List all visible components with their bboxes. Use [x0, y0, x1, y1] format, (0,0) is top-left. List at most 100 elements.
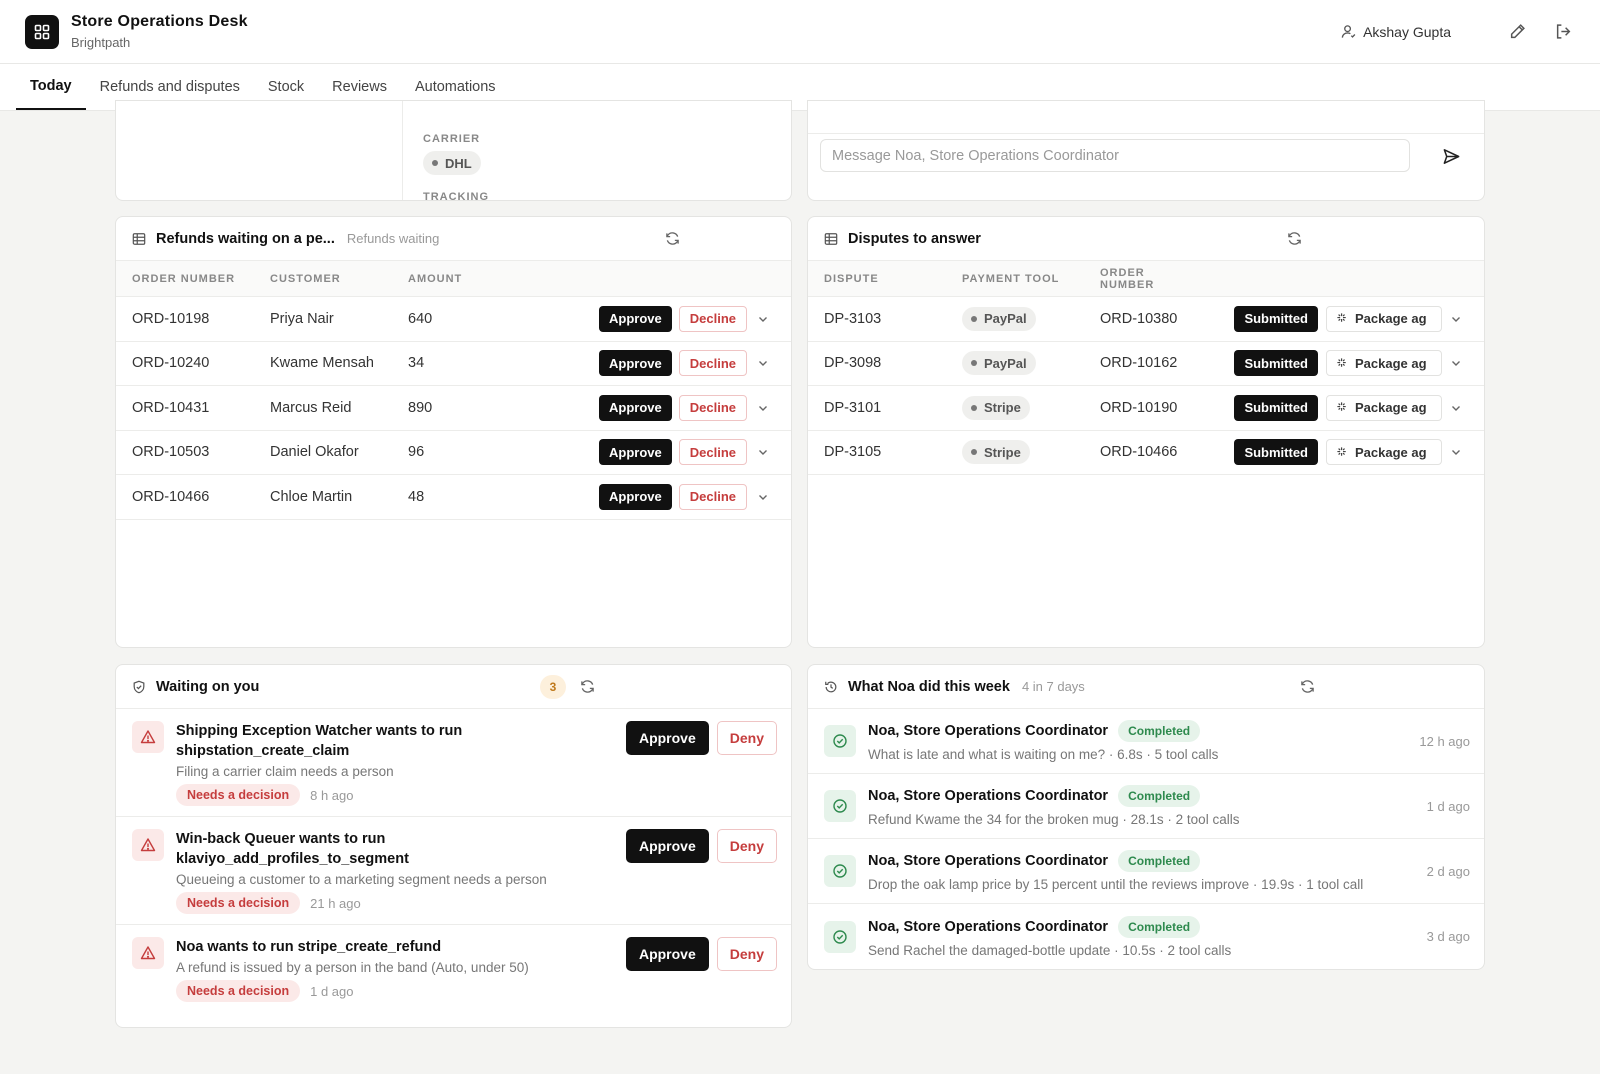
completed-badge: Completed: [1118, 850, 1201, 872]
sparkle-icon: [1337, 402, 1346, 411]
refund-amount: 640: [408, 310, 433, 327]
col-amount: AMOUNT: [408, 272, 463, 285]
expand-row-button[interactable]: [757, 357, 769, 369]
refunds-title: Refunds waiting on a pe...: [156, 230, 335, 247]
reason-select[interactable]: Package ag: [1326, 394, 1442, 421]
activity-description: Refund Kwame the 34 for the broken mug ·…: [868, 812, 1240, 827]
decline-button[interactable]: Decline: [678, 305, 747, 332]
top-bar: Store Operations Desk Brightpath Akshay …: [0, 0, 1600, 64]
refresh-button[interactable]: [1300, 679, 1315, 694]
dispute-id: DP-3103: [824, 310, 882, 327]
payment-tool: Stripe: [984, 444, 1021, 460]
submitted-status: Submitted: [1234, 305, 1318, 332]
approve-button[interactable]: Approve: [625, 721, 709, 755]
user-icon: [1341, 25, 1356, 38]
table-row: ORD-10198 Priya Nair 640 Approve Decline: [116, 297, 791, 342]
chevron-down-icon: [759, 494, 767, 500]
activity-description: Drop the oak lamp price by 15 percent un…: [868, 877, 1364, 892]
col-dispute: DISPUTE: [824, 272, 879, 285]
refresh-button[interactable]: [1287, 231, 1302, 246]
activity-item[interactable]: Noa, Store Operations Coordinator Complet…: [808, 709, 1484, 774]
status-dot: [432, 160, 438, 166]
expand-row-button[interactable]: [1450, 402, 1462, 414]
reason-select[interactable]: Package ag: [1326, 439, 1442, 466]
warning-icon: [140, 838, 156, 852]
decline-button[interactable]: Decline: [678, 350, 747, 377]
approve-button[interactable]: Approve: [599, 439, 672, 466]
refresh-icon: [1288, 232, 1301, 245]
chevron-down-icon: [759, 450, 767, 456]
refresh-button[interactable]: [580, 679, 595, 694]
activity-item[interactable]: Noa, Store Operations Coordinator Complet…: [808, 839, 1484, 904]
message-input[interactable]: Message Noa, Store Operations Coordinato…: [820, 139, 1410, 172]
send-button[interactable]: [1442, 147, 1461, 169]
approve-button[interactable]: Approve: [599, 305, 672, 332]
order-number: ORD-10190: [1100, 399, 1178, 416]
chat-divider: [808, 101, 1484, 134]
request-description: Queueing a customer to a marketing segme…: [176, 872, 547, 887]
approve-button[interactable]: Approve: [625, 937, 709, 971]
activity-item[interactable]: Noa, Store Operations Coordinator Complet…: [808, 904, 1484, 969]
warning-badge: [132, 721, 164, 753]
expand-row-button[interactable]: [757, 313, 769, 325]
deny-button[interactable]: Deny: [716, 721, 777, 755]
activity-description: What is late and what is waiting on me? …: [868, 747, 1219, 762]
logout-button[interactable]: [1551, 20, 1575, 44]
decline-button[interactable]: Decline: [678, 394, 747, 421]
order-number: ORD-10431: [132, 399, 210, 416]
edit-button[interactable]: [1505, 20, 1529, 44]
shipment-panel: CARRIER DHL TRACKING: [402, 101, 791, 201]
reason-select[interactable]: Package ag: [1326, 305, 1442, 332]
submitted-status: Submitted: [1234, 394, 1318, 421]
approve-button[interactable]: Approve: [599, 394, 672, 421]
col-order-number: ORDER NUMBER: [1100, 266, 1155, 291]
table-row: DP-3105 Stripe ORD-10466 Submitted Package a…: [808, 431, 1484, 475]
table-icon: [824, 232, 838, 245]
expand-row-button[interactable]: [1450, 357, 1462, 369]
table-row: ORD-10431 Marcus Reid 890 Approve Decline: [116, 386, 791, 431]
activity-time: 12 h ago: [1419, 733, 1470, 749]
expand-row-button[interactable]: [1450, 446, 1462, 458]
deny-button[interactable]: Deny: [716, 937, 777, 971]
activity-description: Send Rachel the damaged-bottle update · …: [868, 942, 1232, 958]
summary-card: CARRIER DHL TRACKING: [115, 100, 792, 201]
expand-row-button[interactable]: [757, 446, 769, 458]
customer-name: Chloe Martin: [270, 488, 353, 505]
decline-button[interactable]: Decline: [678, 439, 747, 466]
refunds-subtitle: Refunds waiting: [346, 231, 440, 246]
approve-button[interactable]: Approve: [599, 483, 672, 510]
deny-button[interactable]: Deny: [716, 829, 777, 863]
activity-card: What Noa did this week 4 in 7 days Noa, …: [807, 664, 1485, 970]
approve-button[interactable]: Approve: [625, 829, 709, 863]
warning-badge: [132, 937, 164, 969]
expand-row-button[interactable]: [1450, 313, 1462, 325]
chevron-down-icon: [759, 405, 767, 411]
activity-actor: Noa, Store Operations Coordinator: [868, 853, 1109, 869]
status-dot: [971, 360, 977, 367]
activity-actor: Noa, Store Operations Coordinator: [868, 723, 1109, 739]
app-org: Brightpath: [71, 35, 131, 50]
request-title: Noa wants to run stripe_create_refund: [176, 939, 442, 955]
completed-badge: Completed: [1118, 785, 1201, 807]
user-menu[interactable]: Akshay Gupta: [1341, 24, 1451, 40]
disputes-card: Disputes to answer DISPUTE PAYMENT TOOL …: [807, 216, 1485, 648]
customer-name: Daniel Okafor: [270, 444, 359, 461]
expand-row-button[interactable]: [757, 402, 769, 414]
refresh-button[interactable]: [665, 231, 680, 246]
submitted-status: Submitted: [1234, 439, 1318, 466]
chat-card: Message Noa, Store Operations Coordinato…: [807, 100, 1485, 201]
table-row: ORD-10503 Daniel Okafor 96 Approve Decline: [116, 431, 791, 475]
carrier-label: CARRIER: [423, 133, 481, 145]
reason-select[interactable]: Package ag: [1326, 350, 1442, 377]
chevron-down-icon: [1452, 316, 1460, 322]
tab-today[interactable]: Today: [16, 64, 86, 110]
dispute-id: DP-3105: [824, 444, 882, 461]
activity-item[interactable]: Noa, Store Operations Coordinator Complet…: [808, 774, 1484, 839]
expand-row-button[interactable]: [757, 491, 769, 503]
activity-time: 2 d ago: [1426, 863, 1470, 879]
decline-button[interactable]: Decline: [678, 483, 747, 510]
tracking-label: TRACKING: [423, 191, 490, 201]
activity-actor: Noa, Store Operations Coordinator: [868, 918, 1109, 935]
disputes-title: Disputes to answer: [848, 230, 981, 247]
approve-button[interactable]: Approve: [599, 350, 672, 377]
